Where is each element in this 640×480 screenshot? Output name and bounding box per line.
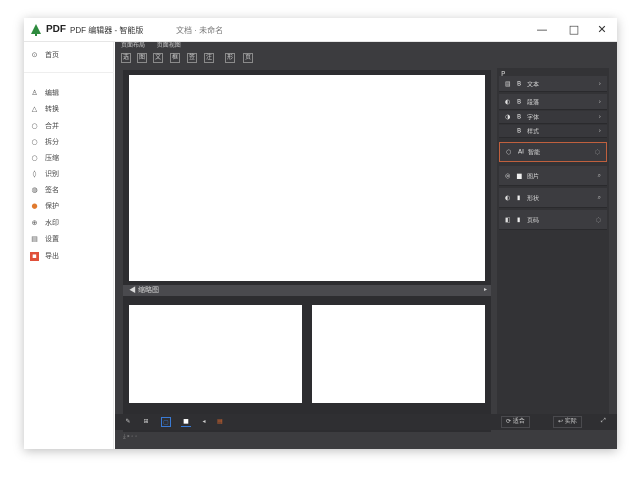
protect-icon: ● [31, 201, 38, 210]
bottom-hint-text: ⤓ ▸ ◦ ◦ [123, 434, 138, 440]
app-window: PDF PDF 编辑器 - 智能版 文档 · 未命名 — □ ✕ ⊙ 首页 ♙ 编辑… [24, 18, 617, 449]
sidebar-item-home[interactable]: ⊙ 首页 [30, 50, 110, 62]
sidebar-item-watermark[interactable]: ⊕ 水印 [30, 218, 110, 230]
home-icon: ⊙ [31, 50, 38, 59]
edit-mode-icon[interactable]: ✎ [123, 417, 133, 427]
workspace: 页面布局 页面视图 选 图 文 框 签 注 形 页 ◀ 缩略图 ▸ P ▤ B … [115, 42, 617, 449]
paragraph-icon: ◐ [505, 98, 511, 105]
single-page-view-icon[interactable]: ▢ [161, 417, 171, 427]
shape-block-icon: ▮ [517, 194, 521, 201]
panel-row-text[interactable]: ▤ B 文本 › [499, 76, 607, 92]
image-icon: ◎ [505, 172, 511, 179]
chevron-right-icon: › [598, 98, 601, 105]
ai-icon: ○ [506, 148, 512, 156]
search-icon: ⌕ [597, 193, 601, 201]
expand-arrow-icon[interactable]: ▸ [484, 285, 487, 296]
sidebar-item-export[interactable]: ▪ 导出 [30, 251, 110, 263]
panel-row-ai-selected[interactable]: ○ AI 智能 ◌ [499, 142, 607, 162]
sidebar-item-compress[interactable]: ○ 压缩 [30, 153, 110, 165]
export-icon: ▪ [30, 251, 39, 261]
ocr-icon: ◊ [32, 169, 37, 178]
sidebar-item-convert[interactable]: △ 转换 [30, 104, 110, 116]
sidebar-item-split[interactable]: ○ 拆分 [30, 137, 110, 149]
thumbnail-page-1[interactable] [129, 305, 302, 403]
compress-icon: ○ [31, 153, 38, 162]
fill-view-icon[interactable]: ■ [181, 417, 191, 427]
document-name: 文档 · 未命名 [176, 26, 224, 35]
fullscreen-icon[interactable]: ⤢ [597, 416, 610, 428]
tab-page-layout[interactable]: 页面布局 [121, 43, 145, 49]
frame-tool-button[interactable]: 框 [170, 53, 180, 63]
grid-view-icon[interactable]: ⊞ [141, 417, 151, 427]
font-icon: ◑ [505, 113, 511, 121]
fit-page-button[interactable]: ⟳ 适合 [501, 416, 530, 428]
export-view-icon[interactable]: ▤ [215, 417, 225, 427]
document-canvas: ◀ 缩略图 ▸ [123, 70, 491, 432]
sidebar-item-settings[interactable]: ▤ 设置 [30, 234, 110, 246]
chevron-right-icon: › [598, 113, 601, 121]
ai-badge-icon: AI [518, 148, 524, 156]
settings-small-icon: ◌ [595, 216, 601, 223]
app-logo-icon [31, 24, 41, 36]
sidebar-divider [24, 72, 114, 73]
panel-row-image[interactable]: ◎ ▆ 图片 ⌕ [499, 166, 607, 186]
maximize-button[interactable]: □ [566, 22, 582, 38]
shape-icon: ◐ [505, 194, 511, 201]
thumbnail-page-2[interactable] [312, 305, 485, 403]
chevron-right-icon: › [598, 80, 601, 87]
bold-icon: B [517, 80, 522, 87]
image-tool-button[interactable]: 图 [137, 53, 147, 63]
sidebar-item-sign[interactable]: ◍ 签名 [30, 185, 110, 197]
panel-row-font[interactable]: ◑ B 字体 › [499, 111, 607, 124]
main-page-preview[interactable] [129, 75, 485, 281]
minimize-button[interactable]: — [534, 22, 550, 38]
tab-page-view[interactable]: 页面视图 [157, 43, 181, 49]
page-tool-button[interactable]: 页 [243, 53, 253, 63]
sign-icon: ◍ [31, 185, 38, 194]
sign-tool-button[interactable]: 签 [187, 53, 197, 63]
actual-size-button[interactable]: ↩ 实际 [553, 416, 582, 428]
sidebar-item-protect[interactable]: ● 保护 [30, 201, 110, 213]
bold-icon: B [517, 98, 522, 105]
sidebar: ⊙ 首页 ♙ 编辑 △ 转换 ○ 合并 ○ 拆分 ○ 压缩 ◊ 识别 ◍ 签名 ● 保护 ⊕ 水印 [24, 42, 114, 449]
close-button[interactable]: ✕ [594, 22, 610, 38]
text-icon: ▤ [505, 80, 511, 87]
sidebar-item-ocr[interactable]: ◊ 识别 [30, 169, 110, 181]
panel-row-page-number[interactable]: ◧ ▮ 页码 ◌ [499, 210, 607, 230]
thumbnail-bar[interactable]: ◀ 缩略图 ▸ [123, 285, 491, 296]
split-icon: ○ [31, 137, 38, 146]
sidebar-item-merge[interactable]: ○ 合并 [30, 121, 110, 133]
image-block-icon: ▆ [517, 172, 522, 179]
sidebar-item-edit[interactable]: ♙ 编辑 [30, 88, 110, 100]
search-icon: ⌕ [597, 171, 601, 179]
bold-icon: B [517, 113, 522, 121]
panel-row-shape[interactable]: ◐ ▮ 形状 ⌕ [499, 188, 607, 208]
settings-small-icon: ◌ [594, 148, 600, 156]
properties-panel: P ▤ B 文本 › ◐ B 段落 › ◑ B 字体 › B 样式 › ○ AI… [497, 68, 609, 430]
page-block-icon: ▮ [517, 216, 521, 223]
convert-icon: △ [31, 104, 38, 113]
text-tool-button[interactable]: 文 [153, 53, 163, 63]
shape-tool-button[interactable]: 形 [225, 53, 235, 63]
bold-icon: B [517, 127, 522, 135]
chevron-right-icon: › [598, 127, 601, 135]
page-number-icon: ◧ [505, 216, 511, 223]
status-bar: ✎ ⊞ ▢ ■ ◂ ▤ ⟳ 适合 ↩ 实际 ⤢ [115, 414, 617, 430]
previous-page-icon[interactable]: ◂ [199, 417, 209, 427]
title-bar: PDF PDF 编辑器 - 智能版 文档 · 未命名 — □ ✕ [24, 18, 617, 42]
workspace-tabs: 页面布局 页面视图 [115, 42, 495, 51]
thumbnail-bar-label: ◀ 缩略图 [129, 287, 159, 294]
select-tool-button[interactable]: 选 [121, 53, 131, 63]
settings-icon: ▤ [31, 234, 38, 243]
app-name: PDF [46, 24, 66, 35]
panel-row-style[interactable]: B 样式 › [499, 125, 607, 138]
window-title: PDF 编辑器 - 智能版 [70, 26, 144, 35]
watermark-icon: ⊕ [31, 218, 38, 227]
note-tool-button[interactable]: 注 [204, 53, 214, 63]
edit-icon: ♙ [31, 88, 38, 97]
panel-row-paragraph[interactable]: ◐ B 段落 › [499, 94, 607, 110]
merge-icon: ○ [31, 121, 38, 130]
